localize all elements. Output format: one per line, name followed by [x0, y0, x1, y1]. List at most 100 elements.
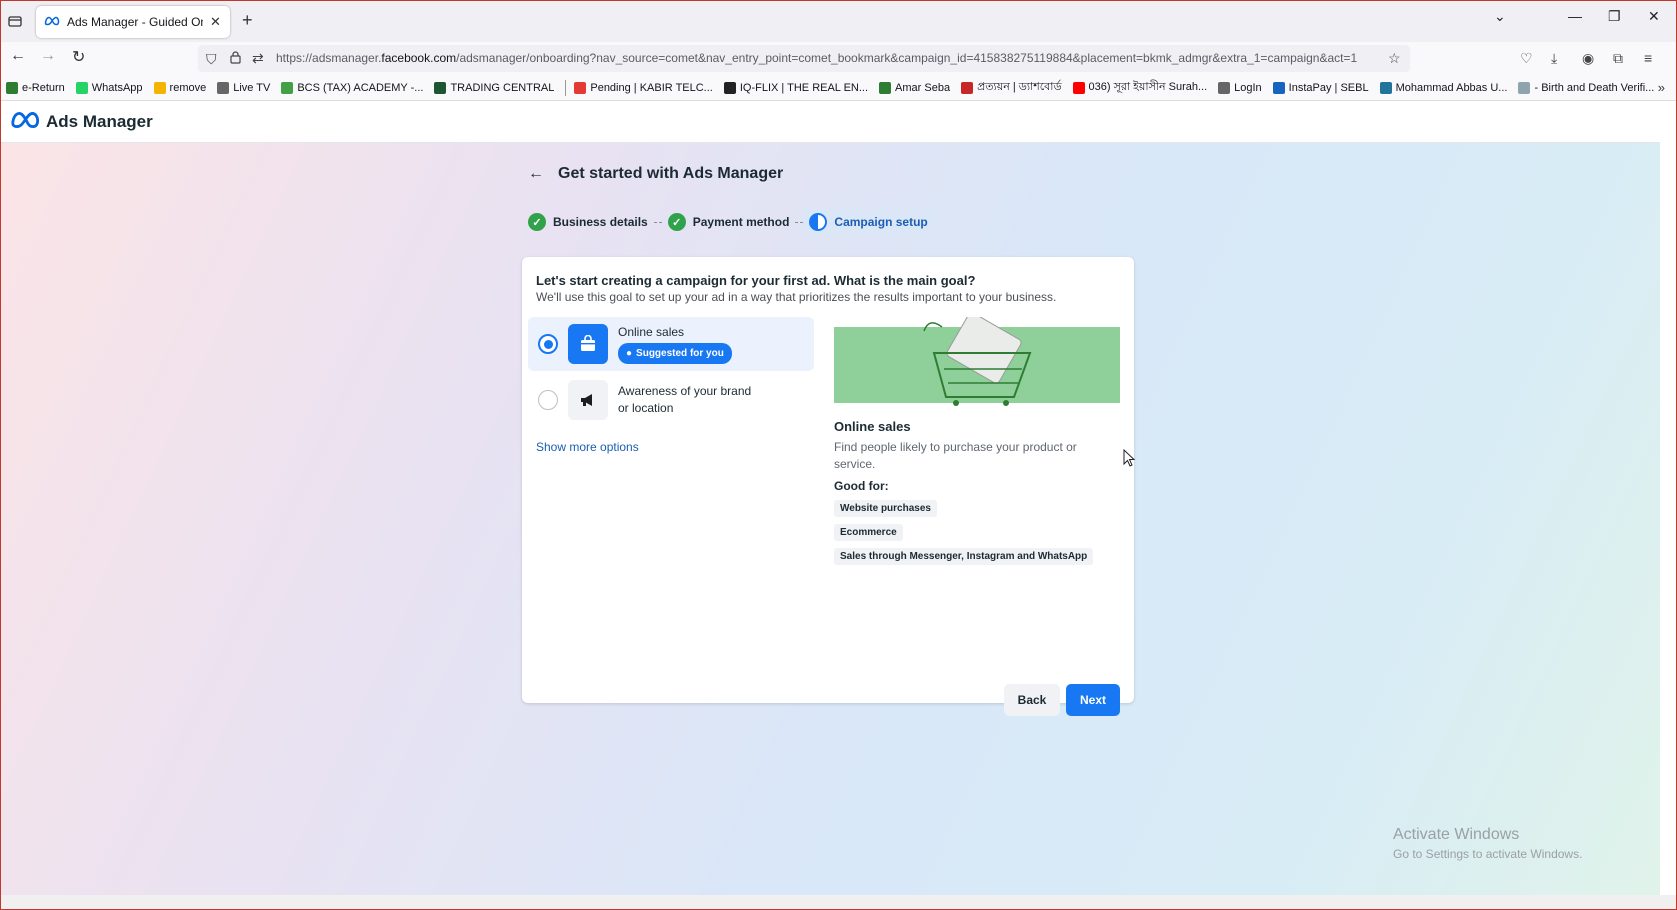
option-label: Awareness of your brand or location — [618, 384, 752, 415]
bookmark-favicon-icon — [879, 81, 892, 94]
bookmark-favicon-icon — [281, 81, 294, 94]
pocket-icon[interactable]: ♡ — [1520, 50, 1533, 67]
radio-awareness[interactable] — [538, 390, 558, 410]
extensions-icon[interactable]: ⧉ — [1613, 50, 1623, 67]
url-domain: facebook.com — [381, 51, 457, 65]
show-more-options-link[interactable]: Show more options — [536, 440, 639, 454]
good-for-list: Website purchases Ecommerce Sales throug… — [834, 500, 1094, 565]
active-tab[interactable]: Ads Manager - Guided Onboarding ✕ — [36, 6, 230, 38]
bookmark-favicon-icon — [1218, 81, 1231, 94]
bookmark-label: TRADING CENTRAL — [450, 81, 555, 94]
bookmark-label: BCS (TAX) ACADEMY -... — [297, 81, 424, 94]
bookmark-item[interactable]: InstaPay | SEBL — [1272, 81, 1369, 94]
bookmark-item[interactable]: remove — [153, 81, 207, 94]
url-text[interactable]: https://adsmanager.facebook.com/adsmanag… — [276, 51, 1376, 65]
lock-icon[interactable] — [230, 51, 241, 67]
bookmark-label: Mohammad Abbas U... — [1395, 81, 1508, 94]
bookmark-item[interactable]: 036) সূরা ইয়াসীন Surah... — [1072, 78, 1208, 97]
back-arrow-icon[interactable]: ← — [10, 47, 26, 65]
badge-label: Suggested for you — [636, 348, 724, 359]
watermark-line-2: Go to Settings to activate Windows. — [1393, 847, 1583, 861]
bookmark-item[interactable]: IQ-FLIX | THE REAL EN... — [723, 81, 869, 94]
bookmarks-bar: e-Return WhatsApp remove Live TV BCS (TAX) A… — [0, 75, 1677, 101]
bookmark-favicon-icon — [723, 81, 736, 94]
windows-activation-watermark: Activate Windows Go to Settings to activ… — [1393, 826, 1582, 861]
bookmark-item[interactable]: LogIn — [1218, 81, 1262, 94]
bookmark-favicon-icon — [961, 81, 974, 94]
forward-arrow-icon[interactable]: → — [40, 47, 56, 65]
bookmark-item[interactable]: TRADING CENTRAL — [434, 81, 555, 94]
in-progress-icon — [809, 213, 828, 231]
tab-bar: Ads Manager - Guided Onboarding ✕ + ⌄ — … — [0, 0, 1677, 42]
horizontal-scrollbar[interactable] — [0, 895, 1677, 910]
step-label: Payment method — [692, 215, 790, 229]
bookmark-item[interactable]: WhatsApp — [75, 81, 143, 94]
bookmark-label: e-Return — [22, 81, 65, 94]
good-for-label: Good for: — [834, 479, 889, 493]
restore-icon[interactable]: ❐ — [1608, 8, 1621, 25]
bookmark-label: Pending | KABIR TELC... — [590, 81, 713, 94]
address-bar[interactable]: ⛉ ⇄ https://adsmanager.facebook.com/adsm… — [198, 45, 1410, 72]
radio-online-sales[interactable] — [538, 334, 558, 354]
minimize-icon[interactable]: — — [1568, 8, 1582, 24]
close-tab-icon[interactable]: ✕ — [210, 14, 221, 30]
bookmark-item[interactable]: e-Return — [6, 81, 65, 94]
step-campaign-setup: Campaign setup — [803, 207, 934, 237]
step-label: Business details — [553, 215, 648, 229]
bookmark-favicon-icon — [6, 81, 18, 94]
close-window-icon[interactable]: ✕ — [1648, 8, 1660, 25]
permissions-icon[interactable]: ⇄ — [252, 50, 264, 67]
bookmark-label: প্রত্যয়ন | ড্যাশবোর্ড — [977, 81, 1062, 93]
bookmark-favicon-icon — [217, 81, 230, 94]
reload-icon[interactable]: ↻ — [72, 47, 85, 67]
bookmark-label: WhatsApp — [91, 81, 143, 94]
bookmark-label: 036) সূরা ইয়াসীন Surah... — [1088, 81, 1208, 93]
back-button[interactable]: Back — [1004, 684, 1060, 716]
onboarding-page: ← Get started with Ads Manager ✓ Busines… — [0, 143, 1660, 895]
account-icon[interactable]: ◉ — [1582, 50, 1594, 67]
bookmark-star-icon[interactable]: ☆ — [1388, 50, 1401, 67]
detail-title: Online sales — [834, 419, 911, 434]
bookmark-item[interactable]: Amar Seba — [879, 81, 951, 94]
downloads-icon[interactable]: ⤓ — [1551, 50, 1557, 67]
shield-icon[interactable]: ⛉ — [206, 51, 217, 68]
step-divider — [795, 221, 804, 223]
bookmark-label: IQ-FLIX | THE REAL EN... — [739, 81, 869, 94]
meta-logo-icon[interactable] — [10, 111, 40, 132]
menu-icon[interactable]: ≡ — [1644, 50, 1652, 66]
shopping-bag-icon — [568, 324, 608, 364]
tab-list-icon[interactable] — [4, 10, 26, 32]
tab-overflow-chevron-icon[interactable]: ⌄ — [1494, 8, 1506, 25]
bookmark-label: Amar Seba — [895, 81, 951, 94]
bookmark-item[interactable]: প্রত্যয়ন | ড্যাশবোর্ড — [961, 78, 1062, 97]
detail-description: Find people likely to purchase your prod… — [834, 440, 1077, 471]
url-path: /adsmanager/onboarding?nav_source=comet&… — [456, 51, 1358, 65]
bookmark-label: remove — [169, 81, 207, 94]
bookmark-favicon-icon — [1518, 81, 1531, 94]
bookmark-item[interactable]: BCS (TAX) ACADEMY -... — [281, 81, 424, 94]
back-arrow-icon[interactable]: ← — [528, 165, 544, 183]
bookmark-favicon-icon — [1272, 81, 1285, 94]
good-for-chip: Website purchases — [834, 500, 937, 517]
online-sales-illustration — [834, 317, 1120, 406]
bookmark-item[interactable]: Mohammad Abbas U... — [1379, 81, 1508, 94]
bookmark-favicon-icon — [574, 81, 587, 94]
option-online-sales[interactable]: Online sales ● Suggested for you — [528, 317, 814, 371]
vertical-scrollbar[interactable] — [1660, 101, 1677, 895]
next-button[interactable]: Next — [1066, 684, 1120, 716]
bookmark-item[interactable]: Pending | KABIR TELC... — [574, 81, 713, 94]
bookmark-item[interactable]: - Birth and Death Verifi... — [1518, 81, 1654, 94]
app-brand[interactable]: Ads Manager — [46, 112, 153, 132]
new-tab-icon[interactable]: + — [242, 10, 253, 31]
bookmark-separator — [565, 79, 567, 96]
bookmarks-overflow-icon[interactable]: » — [1658, 80, 1665, 95]
watermark-line-1: Activate Windows — [1393, 826, 1520, 843]
option-awareness[interactable]: Awareness of your brand or location — [528, 373, 814, 427]
page-heading: ← Get started with Ads Manager — [528, 165, 783, 183]
bookmark-item[interactable]: Live TV — [217, 81, 270, 94]
page-title: Get started with Ads Manager — [558, 165, 784, 182]
url-prefix: https://adsmanager. — [276, 51, 382, 65]
step-label: Campaign setup — [834, 215, 928, 229]
check-icon: ✓ — [667, 213, 686, 231]
app-header: Ads Manager — [0, 101, 1660, 143]
